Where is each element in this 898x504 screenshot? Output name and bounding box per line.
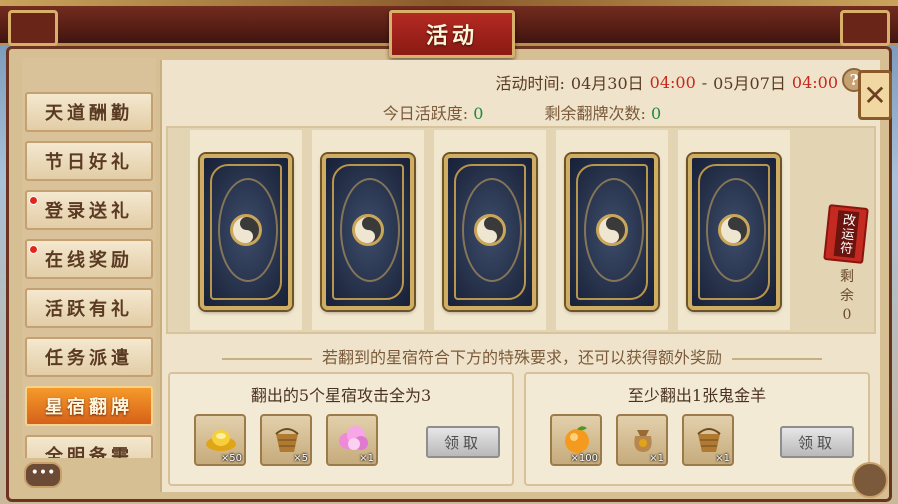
bonus-hint: 若翻到的星宿符合下方的特殊要求，还可以获得额外奖励 <box>162 344 882 368</box>
sidebar-item-0[interactable]: 天道酬勤 <box>25 92 153 132</box>
sidebar-item-3[interactable]: 在线奖励 <box>25 239 153 279</box>
yin-yang-icon <box>230 214 262 246</box>
left-corner-ornament <box>8 10 58 46</box>
time-label: 活动时间: <box>495 74 565 93</box>
flips-value: 0 <box>651 104 662 123</box>
claim-button[interactable]: 领取 <box>780 426 854 458</box>
card-slot <box>434 130 546 330</box>
bonus-hint-text: 若翻到的星宿符合下方的特殊要求，还可以获得额外奖励 <box>321 348 722 367</box>
reward-items: ×100 ×1 ×1 <box>550 414 734 466</box>
pink-cloud-icon <box>339 426 368 450</box>
sidebar-item-4[interactable]: 活跃有礼 <box>25 288 153 328</box>
start-time: 04:00 <box>649 72 696 92</box>
flips-label: 剩余翻牌次数: <box>544 104 646 123</box>
claim-button[interactable]: 领取 <box>426 426 500 458</box>
basket-icon <box>275 428 299 452</box>
card-slot <box>190 130 302 330</box>
reward-item[interactable]: ×1 <box>616 414 668 466</box>
item-count: ×50 <box>220 453 242 464</box>
yin-yang-icon <box>474 214 506 246</box>
remain-label: 剩余 <box>840 269 854 304</box>
reward-item[interactable]: ×1 <box>682 414 734 466</box>
close-button[interactable]: ✕ <box>858 70 892 120</box>
activity-time: 活动时间: 04月30日 04:00 - 05月07日 04:00 <box>496 70 839 94</box>
right-corner-ornament <box>840 10 890 46</box>
item-count: ×100 <box>570 453 598 464</box>
gold-ingot-icon <box>206 430 236 451</box>
reward-item[interactable]: ×50 <box>194 414 246 466</box>
sidebar-item-2[interactable]: 登录送礼 <box>25 190 153 230</box>
sidebar-item-label: 在线奖励 <box>45 250 133 271</box>
reward-condition: 翻出的5个星宿攻击全为3 <box>250 386 432 405</box>
notification-dot <box>29 245 38 254</box>
sidebar-item-label: 活跃有礼 <box>45 299 133 320</box>
reward-item[interactable]: ×1 <box>326 414 378 466</box>
item-count: ×1 <box>715 453 730 464</box>
basket-icon <box>697 428 721 452</box>
reward-condition: 至少翻出1张鬼金羊 <box>627 386 767 405</box>
face-down-card[interactable] <box>200 154 292 310</box>
sidebar-item-5[interactable]: 任务派遣 <box>25 337 153 377</box>
reward-items: ×50 ×5 ×1 <box>194 414 378 466</box>
face-down-card[interactable] <box>566 154 658 310</box>
fortune-change-talisman[interactable]: 改运符 <box>823 204 869 264</box>
orange-fruit-icon <box>565 426 589 453</box>
item-count: ×1 <box>649 453 664 464</box>
sidebar-item-label: 节日好礼 <box>45 152 133 173</box>
sidebar: 天道酬勤 节日好礼 登录送礼 在线奖励 活跃有礼 任务派遣 星宿翻牌 全明备需 <box>22 58 156 458</box>
activity-label: 今日活跃度: <box>382 104 469 123</box>
card-slot <box>678 130 790 330</box>
yin-yang-icon <box>352 214 384 246</box>
end-date: 05月07日 <box>713 74 786 93</box>
card-slot <box>312 130 424 330</box>
yin-yang-icon <box>718 214 750 246</box>
item-count: ×1 <box>359 453 374 464</box>
time-separator: - <box>701 72 708 92</box>
yin-yang-icon <box>596 214 628 246</box>
start-date: 04月30日 <box>570 74 644 93</box>
fortune-tag-text: 改运符 <box>833 210 859 258</box>
sidebar-item-1[interactable]: 节日好礼 <box>25 141 153 181</box>
money-bag-icon <box>634 430 652 452</box>
sidebar-item-label: 全明备需 <box>45 446 133 458</box>
face-down-card[interactable] <box>444 154 536 310</box>
reward-item[interactable]: ×5 <box>260 414 312 466</box>
stats-row: 今日活跃度: 0 剩余翻牌次数: 0 <box>162 100 882 124</box>
activity-value: 0 <box>473 104 484 123</box>
window-title: 活动 <box>425 23 478 49</box>
sidebar-item-label: 登录送礼 <box>45 201 133 222</box>
window-title-plaque: 活动 <box>389 10 515 58</box>
item-count: ×5 <box>293 453 308 464</box>
face-down-card[interactable] <box>322 154 414 310</box>
remain-value: 0 <box>842 307 852 323</box>
reward-box-ghost-sheep: 至少翻出1张鬼金羊 ×100 ×1 ×1 领取 <box>524 372 870 486</box>
sidebar-item-6[interactable]: 星宿翻牌 <box>25 386 153 426</box>
sidebar-item-label: 任务派遣 <box>45 348 133 369</box>
sidebar-item-7[interactable]: 全明备需 <box>25 435 153 458</box>
end-time: 04:00 <box>791 72 838 92</box>
notification-dot <box>29 196 38 205</box>
main-panel: 活动时间: 04月30日 04:00 - 05月07日 04:00 ? 今日活跃… <box>160 60 880 492</box>
chat-button[interactable]: ••• <box>24 462 62 488</box>
card-slot <box>556 130 668 330</box>
sidebar-item-label: 天道酬勤 <box>45 103 133 124</box>
menu-orb-icon[interactable] <box>852 462 888 498</box>
reward-box-attack: 翻出的5个星宿攻击全为3 ×50 ×5 ×1 领取 <box>168 372 514 486</box>
talisman-remaining: 剩余 0 <box>838 268 856 325</box>
sidebar-item-label: 星宿翻牌 <box>45 397 133 418</box>
card-area: 改运符 剩余 0 <box>166 126 876 334</box>
reward-item[interactable]: ×100 <box>550 414 602 466</box>
face-down-card[interactable] <box>688 154 780 310</box>
